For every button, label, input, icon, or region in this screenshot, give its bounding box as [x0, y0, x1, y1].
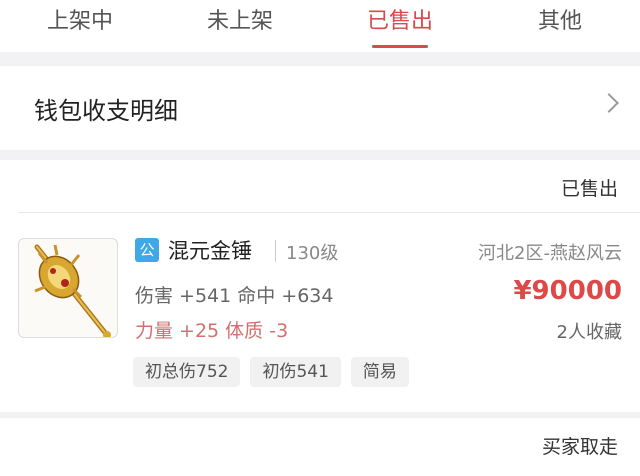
chevron-right-icon: [599, 93, 619, 113]
tag-initial-damage: 初伤541: [250, 357, 341, 387]
item-tags: 初总伤752 初伤541 简易: [133, 357, 409, 387]
server-name: 河北2区-燕赵风云: [478, 243, 622, 264]
tab-bar: 上架中 未上架 已售出 其他: [0, 0, 640, 52]
tag-total-damage: 初总伤752: [133, 357, 241, 387]
golden-mace-icon: [34, 244, 111, 337]
tab-listed[interactable]: 上架中: [0, 0, 160, 52]
public-badge: 公: [135, 238, 159, 262]
favorite-count: 2人收藏: [556, 322, 622, 343]
order-status-2: 买家取走: [541, 436, 618, 458]
tab-unlisted[interactable]: 未上架: [160, 0, 320, 52]
order-status: 已售出: [560, 178, 618, 200]
separator: [275, 240, 276, 262]
item-stats-primary: 伤害 +541 命中 +634: [135, 285, 334, 307]
wallet-details-label: 钱包收支明细: [34, 96, 178, 125]
item-price: ¥90000: [513, 276, 622, 306]
item-stats-secondary: 力量 +25 体质 -3: [135, 320, 289, 342]
tab-sold[interactable]: 已售出: [320, 0, 480, 52]
tab-other[interactable]: 其他: [480, 0, 640, 52]
tag-simple: 简易: [350, 357, 409, 387]
divider: [18, 212, 640, 213]
order-card[interactable]: 已售出 公 混元金锤 130级 河北2区-燕赵风云 伤害 +541 命中 +63…: [0, 160, 640, 412]
order-card-2[interactable]: 买家取走: [0, 418, 640, 476]
item-name: 混元金锤: [168, 239, 252, 263]
wallet-details-row[interactable]: 钱包收支明细: [0, 66, 640, 150]
item-thumbnail: [18, 238, 118, 338]
item-level: 130级: [286, 243, 339, 264]
